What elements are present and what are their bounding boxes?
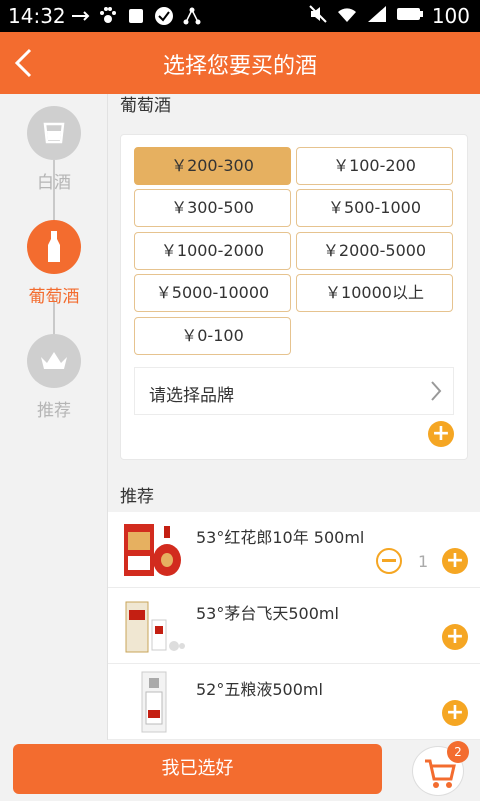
sidebar-item-label: 葡萄酒 <box>28 287 80 307</box>
decrease-quantity-button[interactable] <box>376 548 402 574</box>
product-item[interactable]: 52°五粮液500ml + <box>108 664 480 740</box>
glass-icon <box>27 106 81 160</box>
status-bar: 14:32 100 <box>0 0 480 32</box>
share-icon <box>182 6 202 26</box>
section-title: 葡萄酒 <box>108 94 480 122</box>
add-product-button[interactable]: + <box>442 700 468 726</box>
quantity-value: 1 <box>418 552 429 571</box>
product-name: 52°五粮液500ml <box>196 680 323 699</box>
product-item[interactable]: 53°红花郎10年 500ml 1 + <box>108 512 480 588</box>
chevron-right-icon <box>431 381 442 401</box>
add-product-button[interactable]: + <box>442 624 468 650</box>
mute-icon <box>308 4 328 28</box>
price-option-2000-5000[interactable]: ￥2000-5000 <box>296 232 453 270</box>
product-image <box>124 524 181 576</box>
category-sidebar: 白酒 葡萄酒 推荐 <box>0 94 108 740</box>
product-name: 53°红花郎10年 500ml <box>196 528 365 547</box>
sidebar-item-wine[interactable]: 葡萄酒 <box>0 220 108 307</box>
price-option-200-300[interactable]: ￥200-300 <box>134 147 291 185</box>
add-filter-button[interactable]: + <box>428 421 454 447</box>
signal-icon <box>366 4 388 28</box>
price-option-100-200[interactable]: ￥100-200 <box>296 147 453 185</box>
battery-icon <box>396 6 424 26</box>
cart-count-badge: 2 <box>447 741 469 763</box>
sidebar-item-recommend[interactable]: 推荐 <box>0 334 108 421</box>
app-bar: 选择您要买的酒 <box>0 32 480 94</box>
wifi-icon <box>336 4 358 28</box>
brand-selector-label: 请选择品牌 <box>149 386 234 406</box>
usb-icon <box>70 6 90 26</box>
check-icon <box>154 6 174 26</box>
minus-icon <box>382 559 396 562</box>
battery-level: 100 <box>431 4 470 28</box>
price-option-300-500[interactable]: ￥300-500 <box>134 189 291 227</box>
price-option-1000-2000[interactable]: ￥1000-2000 <box>134 232 291 270</box>
page-title: 选择您要买的酒 <box>162 54 317 79</box>
product-image <box>125 601 185 653</box>
bottom-bar: 我已选好 2 <box>0 740 480 800</box>
price-option-0-100[interactable]: ￥0-100 <box>134 317 291 355</box>
sidebar-item-label: 白酒 <box>37 173 71 193</box>
price-filter-card: ￥200-300 ￥100-200 ￥300-500 ￥500-1000 ￥10… <box>120 134 468 460</box>
recommend-title: 推荐 <box>120 487 154 507</box>
recommend-header: 推荐 <box>108 472 480 512</box>
price-option-500-1000[interactable]: ￥500-1000 <box>296 189 453 227</box>
paw-icon <box>98 6 118 26</box>
sidebar-item-label: 推荐 <box>37 401 71 421</box>
price-option-5000-10000[interactable]: ￥5000-10000 <box>134 274 291 312</box>
notification-icon <box>126 6 146 26</box>
product-item[interactable]: 53°茅台飞天500ml + <box>108 588 480 664</box>
status-notification-icons <box>70 6 202 26</box>
product-image <box>141 671 167 733</box>
price-option-10000-plus[interactable]: ￥10000以上 <box>296 274 453 312</box>
cart-button[interactable]: 2 <box>412 741 469 796</box>
bottle-icon <box>27 220 81 274</box>
brand-selector[interactable]: 请选择品牌 <box>134 367 454 415</box>
sidebar-item-baijiu[interactable]: 白酒 <box>0 106 108 193</box>
status-system-icons: 100 <box>308 4 470 28</box>
crown-icon <box>27 334 81 388</box>
status-time: 14:32 <box>8 4 66 28</box>
confirm-selection-button[interactable]: 我已选好 <box>13 744 382 794</box>
main-content: 葡萄酒 ￥200-300 ￥100-200 ￥300-500 ￥500-1000… <box>108 94 480 740</box>
product-name: 53°茅台飞天500ml <box>196 604 339 623</box>
increase-quantity-button[interactable]: + <box>442 548 468 574</box>
